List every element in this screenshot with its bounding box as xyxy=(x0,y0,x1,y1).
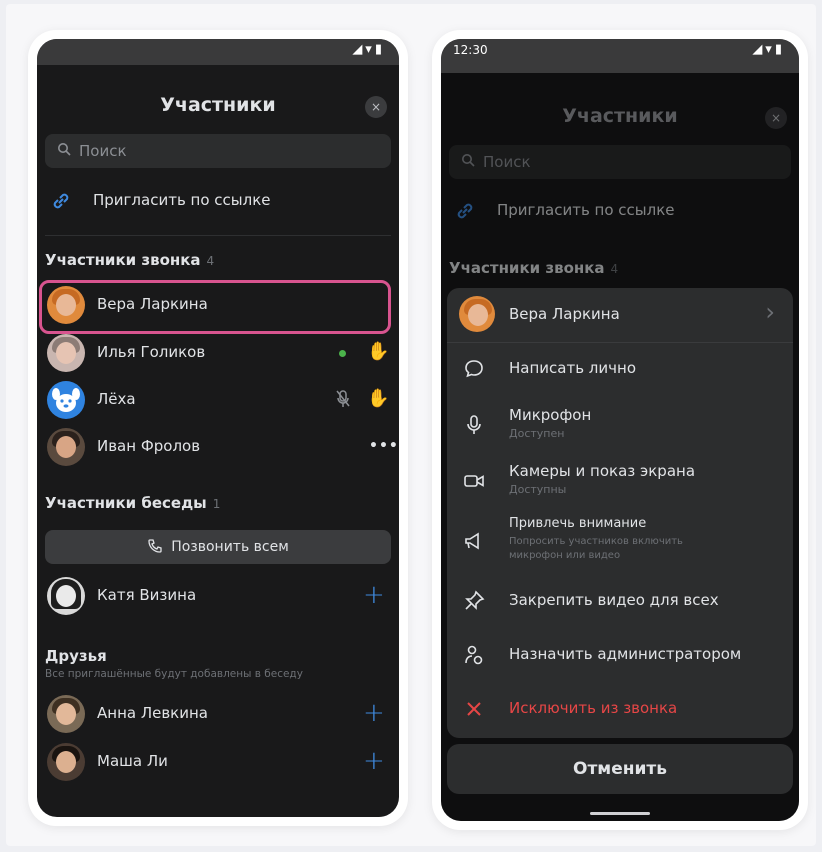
status-icons: ◢▾▮ xyxy=(752,42,785,57)
chat-participants-header: Участники беседы 1 xyxy=(45,494,221,512)
menu-item-label: Камеры и показ экрана xyxy=(509,462,696,480)
home-indicator xyxy=(590,812,650,815)
write-private-item[interactable]: Написать лично xyxy=(447,342,793,396)
friends-note: Все приглашённые будут добавлены в бесед… xyxy=(45,668,303,680)
participant-row-lyokha[interactable]: Лёха ✋ xyxy=(37,377,399,423)
menu-item-label: Привлечь внимание xyxy=(509,516,647,531)
search-icon xyxy=(58,143,71,156)
friends-header: Друзья xyxy=(45,647,107,665)
avatar xyxy=(47,381,85,419)
cancel-button[interactable]: Отменить xyxy=(447,744,793,794)
friend-name: Маша Ли xyxy=(97,752,168,770)
avatar xyxy=(47,743,85,781)
raised-hand-icon: ✋ xyxy=(367,341,390,362)
admin-icon xyxy=(465,645,483,665)
left-phone: ◢▾▮ Участники × Поиск Пригласить по ссыл… xyxy=(28,30,408,826)
participant-name: Вера Ларкина xyxy=(509,305,620,323)
call-participants-header: Участники звонка 4 xyxy=(45,251,215,269)
menu-item-sublabel: Доступен xyxy=(509,427,565,440)
menu-item-label: Микрофон xyxy=(509,406,592,424)
invite-link-row[interactable]: Пригласить по ссылке xyxy=(37,179,399,223)
link-icon xyxy=(53,193,69,209)
add-plus-icon[interactable]: + xyxy=(363,582,385,608)
camera-screen-item[interactable]: Камеры и показ экрана Доступны xyxy=(447,452,793,508)
menu-item-label: Назначить администратором xyxy=(509,645,742,663)
status-bar: ◢▾▮ xyxy=(37,39,399,65)
friend-row: Маша Ли + xyxy=(37,739,399,785)
speaking-indicator xyxy=(339,350,346,357)
close-button[interactable]: × xyxy=(365,96,387,118)
menu-item-label: Исключить из звонка xyxy=(509,699,678,717)
pin-icon xyxy=(465,590,485,610)
menu-item-label: Закрепить видео для всех xyxy=(509,591,719,609)
remove-from-call-item[interactable]: Исключить из звонка xyxy=(447,682,793,736)
friend-name: Анна Левкина xyxy=(97,704,208,722)
avatar xyxy=(47,695,85,733)
megaphone-icon xyxy=(465,532,479,550)
status-bar: 12:30 ◢▾▮ xyxy=(441,39,799,73)
participant-name: Илья Голиков xyxy=(97,343,206,361)
status-icons: ◢▾▮ xyxy=(352,42,385,57)
status-time: 12:30 xyxy=(453,43,488,57)
microphone-item[interactable]: Микрофон Доступен xyxy=(447,396,793,452)
canvas: ◢▾▮ Участники × Поиск Пригласить по ссыл… xyxy=(6,4,816,846)
message-icon xyxy=(465,360,483,378)
participant-name: Лёха xyxy=(97,390,136,408)
participant-row-ivan[interactable]: Иван Фролов ••• xyxy=(37,424,399,470)
dog-avatar-icon xyxy=(52,388,80,412)
left-screen: ◢▾▮ Участники × Поиск Пригласить по ссыл… xyxy=(37,39,399,817)
call-all-button[interactable]: Позвонить всем xyxy=(45,530,391,564)
friend-row: Анна Левкина + xyxy=(37,691,399,737)
participant-name: Катя Визина xyxy=(97,586,197,604)
pin-video-item[interactable]: Закрепить видео для всех xyxy=(447,574,793,628)
avatar xyxy=(47,577,85,615)
page-title: Участники xyxy=(160,94,276,116)
menu-item-label: Написать лично xyxy=(509,359,636,377)
add-plus-icon[interactable]: + xyxy=(363,700,385,726)
call-all-label: Позвонить всем xyxy=(171,539,289,555)
mic-off-icon xyxy=(336,390,350,407)
add-plus-icon[interactable]: + xyxy=(363,748,385,774)
camera-icon xyxy=(464,475,484,487)
invite-link-label: Пригласить по ссылке xyxy=(93,191,271,209)
avatar xyxy=(47,334,85,372)
divider xyxy=(45,235,391,236)
microphone-icon xyxy=(467,415,481,434)
right-phone: 12:30 ◢▾▮ Участники × Поиск Пригласить п… xyxy=(432,30,808,830)
avatar xyxy=(47,428,85,466)
search-placeholder: Поиск xyxy=(79,142,127,160)
attract-attention-item[interactable]: Привлечь внимание Попросить участников в… xyxy=(447,508,793,574)
highlight-frame xyxy=(39,280,391,334)
participant-row-ilya[interactable]: Илья Голиков ✋ xyxy=(37,330,399,376)
chat-participant-row: Катя Визина + xyxy=(37,573,399,619)
more-dots-icon[interactable]: ••• xyxy=(369,438,399,454)
participant-name: Иван Фролов xyxy=(97,437,201,455)
menu-item-sublabel: Доступны xyxy=(509,483,567,496)
right-screen: 12:30 ◢▾▮ Участники × Поиск Пригласить п… xyxy=(441,39,799,821)
search-input[interactable]: Поиск xyxy=(45,134,391,168)
chevron-right-icon: › xyxy=(765,298,775,326)
phone-icon xyxy=(148,539,162,553)
action-sheet: Вера Ларкина › Написать лично Микрофон Д… xyxy=(447,288,793,738)
avatar xyxy=(459,296,495,332)
menu-item-sublabel: Попросить участников включить микрофон и… xyxy=(509,536,683,561)
make-admin-item[interactable]: Назначить администратором xyxy=(447,628,793,682)
close-icon xyxy=(467,702,481,716)
raised-hand-icon: ✋ xyxy=(367,388,390,409)
sheet-participant-row[interactable]: Вера Ларкина › xyxy=(447,288,793,342)
